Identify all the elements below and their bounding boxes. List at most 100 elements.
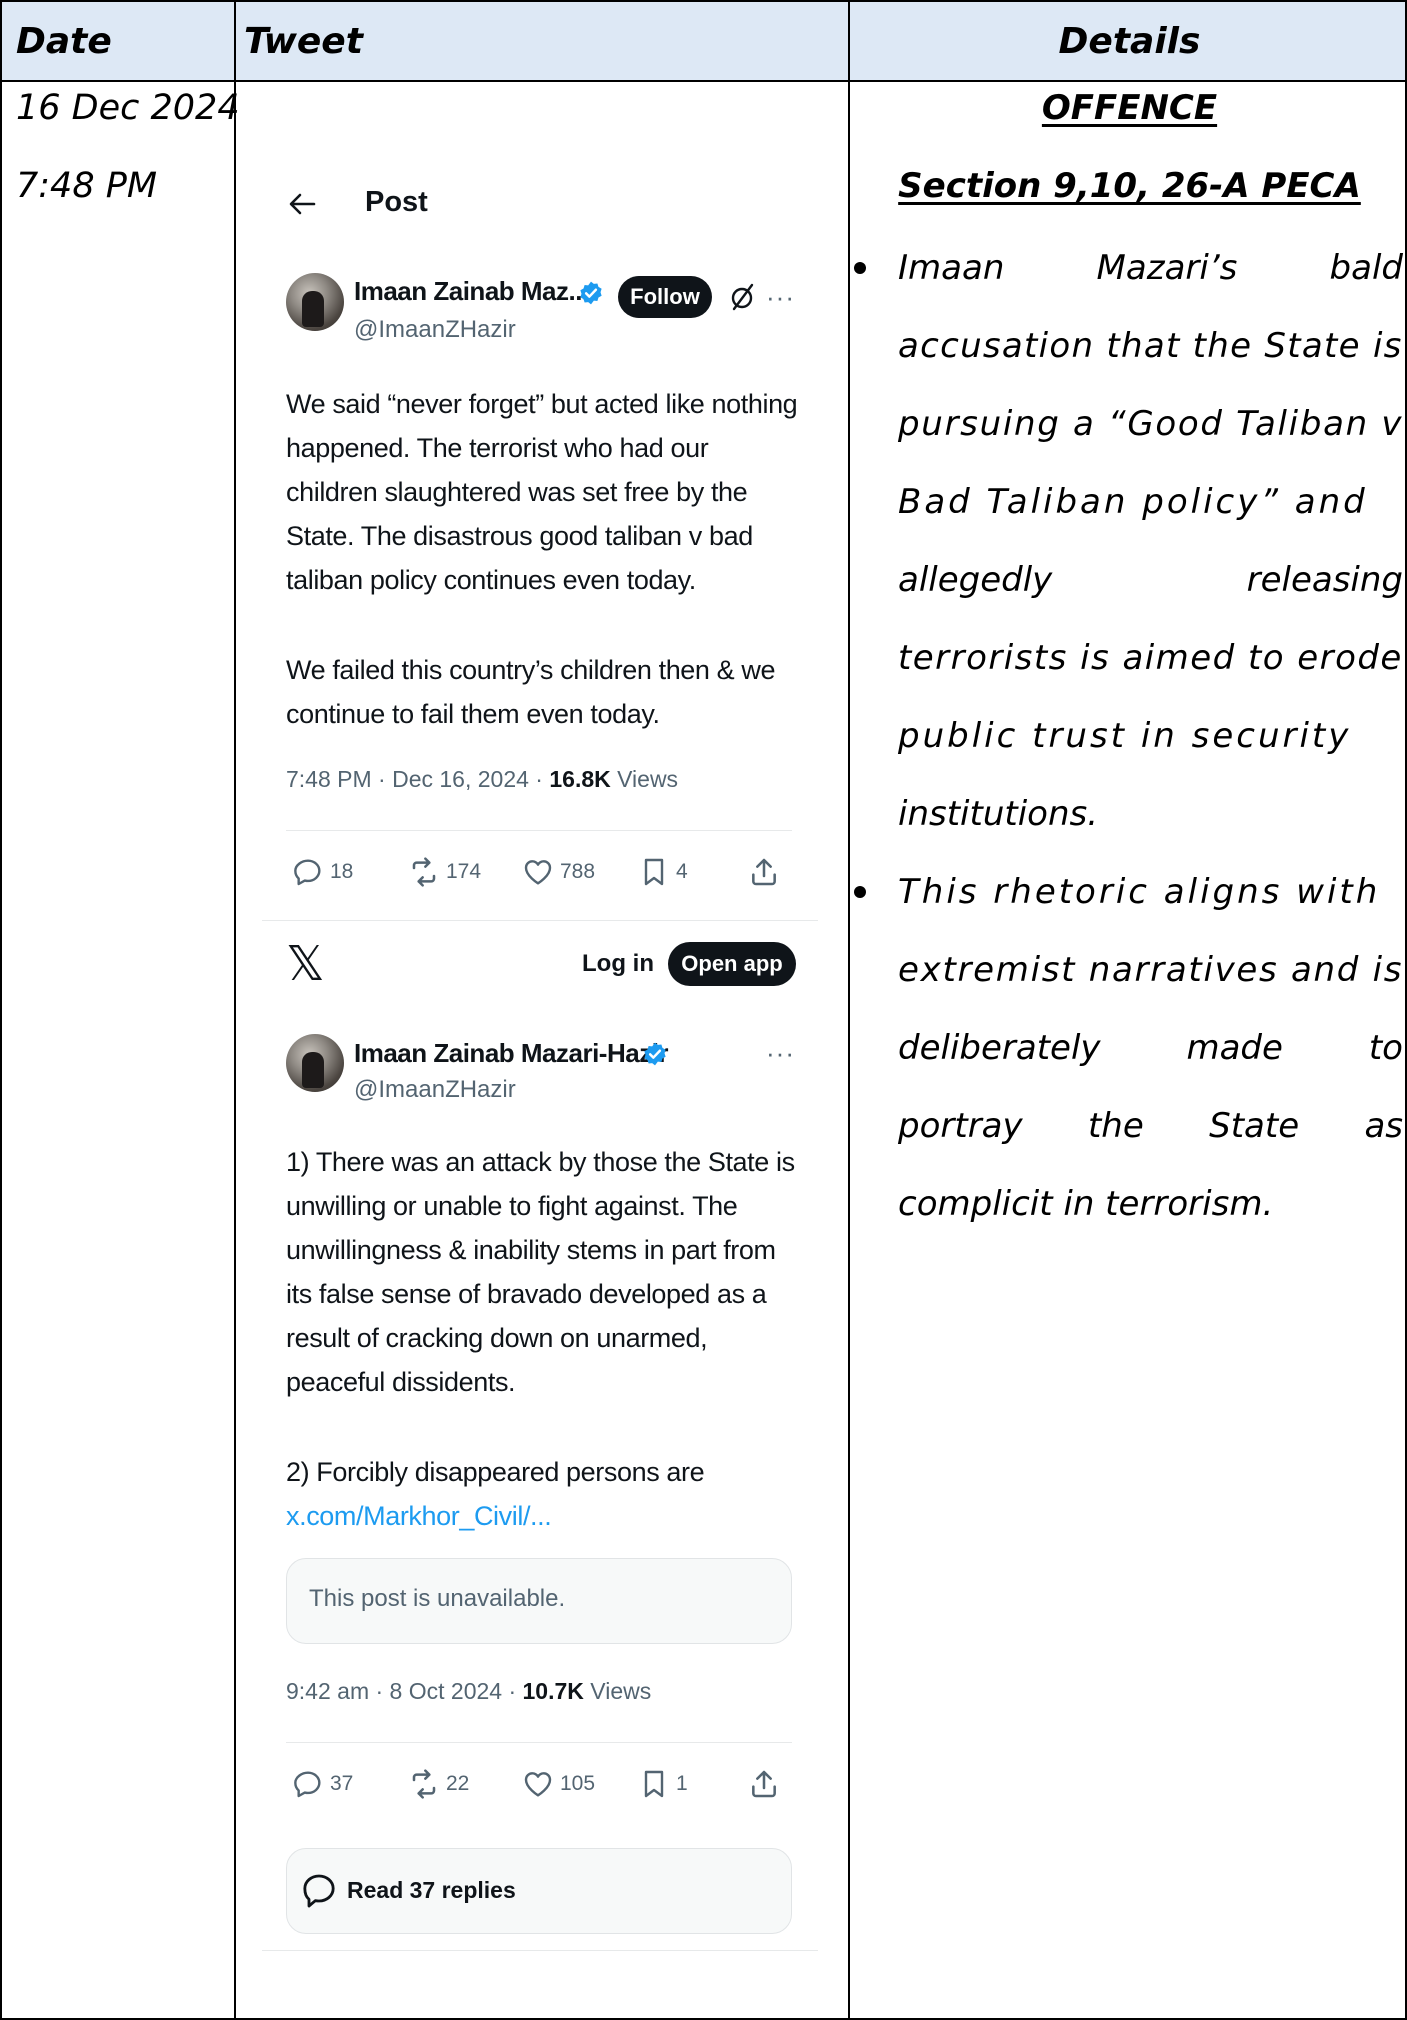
offence-heading: OFFENCE — [1041, 88, 1218, 128]
repost-count: 174 — [446, 860, 482, 883]
bookmark-button[interactable]: 4 — [638, 856, 688, 888]
open-app-button[interactable]: Open app — [668, 942, 796, 986]
bullet-dot — [854, 262, 866, 274]
back-arrow-icon[interactable] — [288, 192, 316, 216]
bullet-line: portray the State as — [898, 1087, 1403, 1165]
tweet1-line: children slaughtered was set free by the — [286, 477, 748, 507]
bullet-word: State — [1209, 1106, 1300, 1146]
bullet-line: terrorists is aimed to erode — [898, 638, 1403, 678]
post-title: Post — [365, 186, 428, 218]
tweet1-timestamp[interactable]: 7:48 PM · Dec 16, 2024 · 16.8K Views — [286, 766, 678, 793]
table-header-row: Date Tweet Details — [2, 2, 1405, 80]
bullet-line: public trust in security — [898, 716, 1352, 756]
bullet-word: to — [1368, 1028, 1403, 1068]
tweet1-author-handle[interactable]: @ImaanZHazir — [354, 316, 516, 344]
login-link[interactable]: Log in — [582, 950, 654, 978]
bullet-dot — [854, 886, 866, 898]
divider — [262, 920, 818, 921]
header-date: Date — [16, 20, 112, 62]
tweet1-line: We said “never forget” but acted like no… — [286, 389, 798, 419]
grok-icon[interactable] — [728, 282, 758, 312]
bullet-word: deliberately — [898, 1028, 1101, 1068]
tweet2-line: its false sense of bravado developed as … — [286, 1279, 767, 1309]
bullet-line: institutions. — [898, 794, 1099, 834]
column-divider-1 — [234, 2, 236, 2018]
divider — [286, 830, 792, 831]
tweet2-link[interactable]: x.com/Markhor_Civil/... — [286, 1494, 795, 1538]
read-replies-button[interactable]: Read 37 replies — [286, 1848, 792, 1934]
tweet-screenshot: Post Imaan Zainab Maz... Follow ··· @Ima… — [238, 80, 848, 2020]
timestamp-text: 7:48 PM · Dec 16, 2024 · — [286, 766, 550, 792]
repost-button[interactable]: 174 — [408, 856, 481, 888]
repost-icon — [412, 1769, 436, 1799]
bullet-word: releasing — [1246, 560, 1403, 600]
divider — [262, 1950, 818, 1951]
tweet1-body: We said “never forget” but acted like no… — [286, 382, 798, 736]
header-tweet: Tweet — [244, 20, 363, 62]
reply-count: 37 — [330, 1772, 354, 1795]
bullet-word: Imaan — [898, 248, 1005, 288]
bullet-word: as — [1364, 1106, 1403, 1146]
more-icon[interactable]: ··· — [766, 1038, 795, 1069]
bullet-line: complicit in terrorism. — [898, 1184, 1274, 1224]
avatar[interactable] — [286, 273, 344, 331]
views-label: Views — [590, 1678, 652, 1704]
share-button[interactable] — [748, 856, 780, 888]
more-icon[interactable]: ··· — [766, 282, 795, 313]
like-icon — [524, 860, 552, 885]
reply-icon — [294, 859, 321, 886]
bullet-word: Mazari’s — [1096, 248, 1238, 288]
share-icon — [752, 1770, 776, 1798]
like-button[interactable]: 105 — [522, 1768, 595, 1800]
bookmark-icon — [644, 1770, 664, 1798]
tweet2-line: peaceful dissidents. — [286, 1367, 516, 1397]
repost-count: 22 — [446, 1772, 470, 1795]
share-button[interactable] — [748, 1768, 780, 1800]
tweet1-line: continue to fail them even today. — [286, 699, 660, 729]
divider — [286, 1742, 792, 1743]
verified-badge-icon — [644, 1042, 666, 1066]
section-heading: Section 9,10, 26-A PECA — [898, 166, 1361, 206]
tweet1-line: taliban policy continues even today. — [286, 565, 696, 595]
like-icon — [524, 1772, 552, 1797]
tweet2-timestamp[interactable]: 9:42 am · 8 Oct 2024 · 10.7K Views — [286, 1678, 651, 1705]
like-count: 788 — [560, 860, 596, 883]
tweet1-author-name[interactable]: Imaan Zainab Maz... — [354, 276, 589, 307]
follow-button[interactable]: Follow — [618, 276, 712, 318]
tweet2-body: 1) There was an attack by those the Stat… — [286, 1140, 795, 1538]
date-time: 7:48 PM — [16, 166, 158, 206]
reply-button[interactable]: 37 — [292, 1768, 353, 1800]
tweet2-line: unwilling or unable to fight against. Th… — [286, 1191, 738, 1221]
tweet2-author-name[interactable]: Imaan Zainab Mazari-Hazir — [354, 1038, 669, 1069]
reply-count: 18 — [330, 860, 354, 883]
unavailable-text: This post is unavailable. — [309, 1585, 566, 1612]
reply-button[interactable]: 18 — [292, 856, 353, 888]
bullet-line: This rhetoric aligns with — [898, 872, 1381, 912]
bullet-line: allegedly releasing — [898, 541, 1403, 619]
bullet-word: bald — [1329, 248, 1403, 288]
bookmark-button[interactable]: 1 — [638, 1768, 688, 1800]
bookmark-count: 1 — [676, 1772, 688, 1795]
x-logo-icon[interactable]: 𝕏 — [286, 936, 325, 992]
avatar[interactable] — [286, 1034, 344, 1092]
tweet2-line: 2) Forcibly disappeared persons are — [286, 1457, 705, 1487]
bullet-word: portray — [898, 1106, 1023, 1146]
bullet-line: Imaan Mazari’s bald — [898, 229, 1403, 307]
date-day: 16 Dec 2024 — [16, 88, 240, 128]
repost-icon — [412, 857, 436, 887]
bullet-line: accusation that the State is — [898, 326, 1403, 366]
tweet1-line: We failed this country’s children then &… — [286, 655, 776, 685]
quoted-post-card[interactable]: This post is unavailable. — [286, 1558, 792, 1644]
like-count: 105 — [560, 1772, 596, 1795]
repost-button[interactable]: 22 — [408, 1768, 469, 1800]
tweet2-line: result of cracking down on unarmed, — [286, 1323, 708, 1353]
tweet2-line: unwillingness & inability stems in part … — [286, 1235, 776, 1265]
like-button[interactable]: 788 — [522, 856, 595, 888]
tweet2-author-handle[interactable]: @ImaanZHazir — [354, 1076, 516, 1104]
read-replies-label: Read 37 replies — [347, 1877, 516, 1903]
bullet-line: Bad Taliban policy” and — [898, 482, 1368, 522]
views-label: Views — [617, 766, 679, 792]
bullet-word: made — [1186, 1028, 1283, 1068]
